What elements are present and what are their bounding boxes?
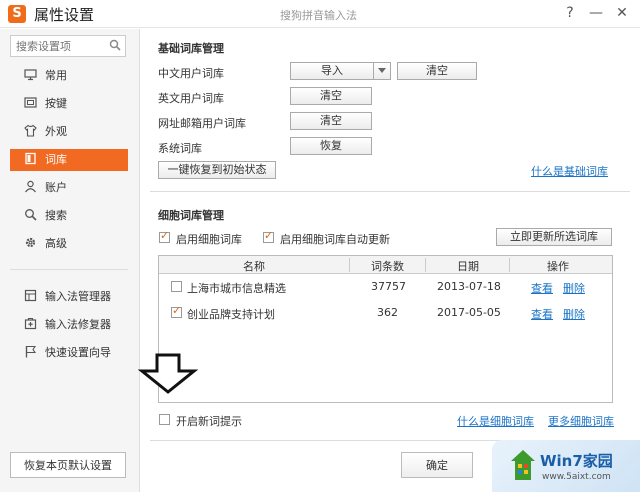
url-email-lexicon-label: 网址邮箱用户词库 [158, 117, 246, 130]
section-divider [150, 191, 630, 192]
sidebar-item-appearance[interactable]: 外观 [10, 121, 128, 143]
what-is-cell-lexicon-link[interactable]: 什么是细胞词库 [457, 413, 534, 429]
house-logo-icon [511, 450, 535, 480]
delete-link[interactable]: 删除 [563, 280, 585, 296]
column-header-actions: 操作 [547, 260, 569, 273]
ok-button[interactable]: 确定 [401, 452, 473, 478]
clear-url-email-button[interactable]: 清空 [290, 112, 372, 130]
book-icon [24, 151, 37, 165]
row-checkbox[interactable] [171, 281, 182, 292]
enable-cell-lexicon-label: 启用细胞词库 [176, 233, 242, 246]
column-header-name: 名称 [243, 260, 265, 273]
keyboard-icon [24, 95, 37, 108]
import-dropdown-button[interactable] [373, 62, 391, 80]
close-button[interactable]: ✕ [610, 3, 634, 23]
what-is-basic-lexicon-link[interactable]: 什么是基础词库 [531, 163, 608, 179]
sidebar-item-label: 常用 [45, 69, 67, 82]
auto-update-checkbox[interactable] [263, 229, 274, 243]
english-user-lexicon-label: 英文用户词库 [158, 92, 224, 105]
restore-defaults-button[interactable]: 恢复本页默认设置 [10, 452, 126, 478]
import-button[interactable]: 导入 [290, 62, 374, 80]
minimize-button[interactable]: — [584, 3, 608, 23]
column-header-count: 词条数 [371, 260, 404, 273]
row-date: 2017-05-05 [437, 306, 501, 319]
repair-icon [24, 316, 37, 330]
chinese-user-lexicon-label: 中文用户词库 [158, 67, 224, 80]
sidebar-item-label: 快速设置向导 [45, 346, 111, 359]
sidebar-item-keys[interactable]: 按键 [10, 93, 128, 115]
user-icon [24, 179, 37, 193]
search-icon [24, 207, 37, 221]
sidebar-item-account[interactable]: 账户 [10, 177, 128, 199]
shirt-icon [24, 123, 37, 137]
sidebar-item-label: 词库 [45, 153, 67, 166]
sidebar-item-setup-wizard[interactable]: 快速设置向导 [10, 342, 128, 364]
more-cell-lexicon-link[interactable]: 更多细胞词库 [548, 413, 614, 429]
gear-icon [24, 235, 37, 248]
sidebar-item-label: 搜索 [45, 209, 67, 222]
search-icon[interactable] [109, 39, 121, 54]
new-word-tip-label: 开启新词提示 [176, 415, 242, 428]
row-name: 上海市城市信息精选 [187, 282, 286, 295]
column-separator [509, 258, 510, 272]
watermark-title: Win7家园 [540, 452, 613, 470]
row-name: 创业品牌支持计划 [187, 308, 275, 321]
sidebar-item-label: 输入法管理器 [45, 290, 111, 303]
row-count: 362 [377, 306, 398, 319]
sidebar-item-ime-manager[interactable]: 输入法管理器 [10, 286, 128, 308]
window-title: 属性设置 [34, 6, 95, 24]
sidebar: 常用 按键 外观 词库 账户 搜索 高级 输入法管理器 输入法修复器 快速设置向… [0, 29, 140, 492]
app-subtitle: 搜狗拼音输入法 [280, 9, 357, 22]
cell-lexicon-title: 细胞词库管理 [158, 209, 224, 222]
sidebar-item-common[interactable]: 常用 [10, 65, 128, 87]
sidebar-item-label: 输入法修复器 [45, 318, 111, 331]
sidebar-item-search[interactable]: 搜索 [10, 205, 128, 227]
sidebar-item-advanced[interactable]: 高级 [10, 233, 128, 255]
enable-cell-lexicon-checkbox[interactable] [159, 229, 170, 243]
sidebar-item-label: 按键 [45, 97, 67, 110]
site-watermark: Win7家园 www.5aixt.com [492, 440, 640, 492]
manager-icon [24, 288, 37, 302]
view-link[interactable]: 查看 [531, 280, 553, 296]
monitor-icon [24, 67, 37, 81]
column-separator [425, 258, 426, 272]
column-separator [349, 258, 350, 272]
basic-lexicon-title: 基础词库管理 [158, 42, 224, 55]
sidebar-item-label: 高级 [45, 237, 67, 250]
table-header: 名称 词条数 日期 操作 [159, 256, 612, 274]
restore-system-lexicon-button[interactable]: 恢复 [290, 137, 372, 155]
auto-update-label: 启用细胞词库自动更新 [280, 233, 390, 246]
sidebar-item-label: 账户 [45, 181, 67, 194]
title-bar: S 属性设置 搜狗拼音输入法 ? — ✕ [0, 0, 640, 28]
watermark-url: www.5aixt.com [542, 472, 611, 482]
chevron-down-icon [378, 68, 386, 73]
sidebar-item-label: 外观 [45, 125, 67, 138]
flag-icon [24, 344, 37, 358]
down-arrow-annotation-icon [138, 353, 198, 394]
sidebar-divider [10, 269, 128, 270]
row-checkbox[interactable] [171, 304, 182, 318]
cell-lexicon-table: 名称 词条数 日期 操作 上海市城市信息精选 37757 2013-07-18 … [158, 255, 613, 403]
update-selected-button[interactable]: 立即更新所选词库 [496, 228, 612, 246]
sidebar-item-ime-repair[interactable]: 输入法修复器 [10, 314, 128, 336]
help-button[interactable]: ? [558, 3, 582, 23]
search-input[interactable] [11, 36, 107, 56]
row-date: 2013-07-18 [437, 280, 501, 293]
new-word-tip-checkbox[interactable] [159, 414, 170, 425]
import-button-label: 导入 [321, 64, 343, 77]
clear-english-button[interactable]: 清空 [290, 87, 372, 105]
column-header-date: 日期 [457, 260, 479, 273]
one-click-reset-button[interactable]: 一键恢复到初始状态 [158, 161, 276, 179]
view-link[interactable]: 查看 [531, 306, 553, 322]
sidebar-search [10, 35, 126, 57]
delete-link[interactable]: 删除 [563, 306, 585, 322]
sogou-logo-icon: S [8, 5, 26, 23]
clear-chinese-button[interactable]: 清空 [397, 62, 477, 80]
system-lexicon-label: 系统词库 [158, 142, 202, 155]
row-count: 37757 [371, 280, 406, 293]
sidebar-item-lexicon[interactable]: 词库 [10, 149, 128, 171]
